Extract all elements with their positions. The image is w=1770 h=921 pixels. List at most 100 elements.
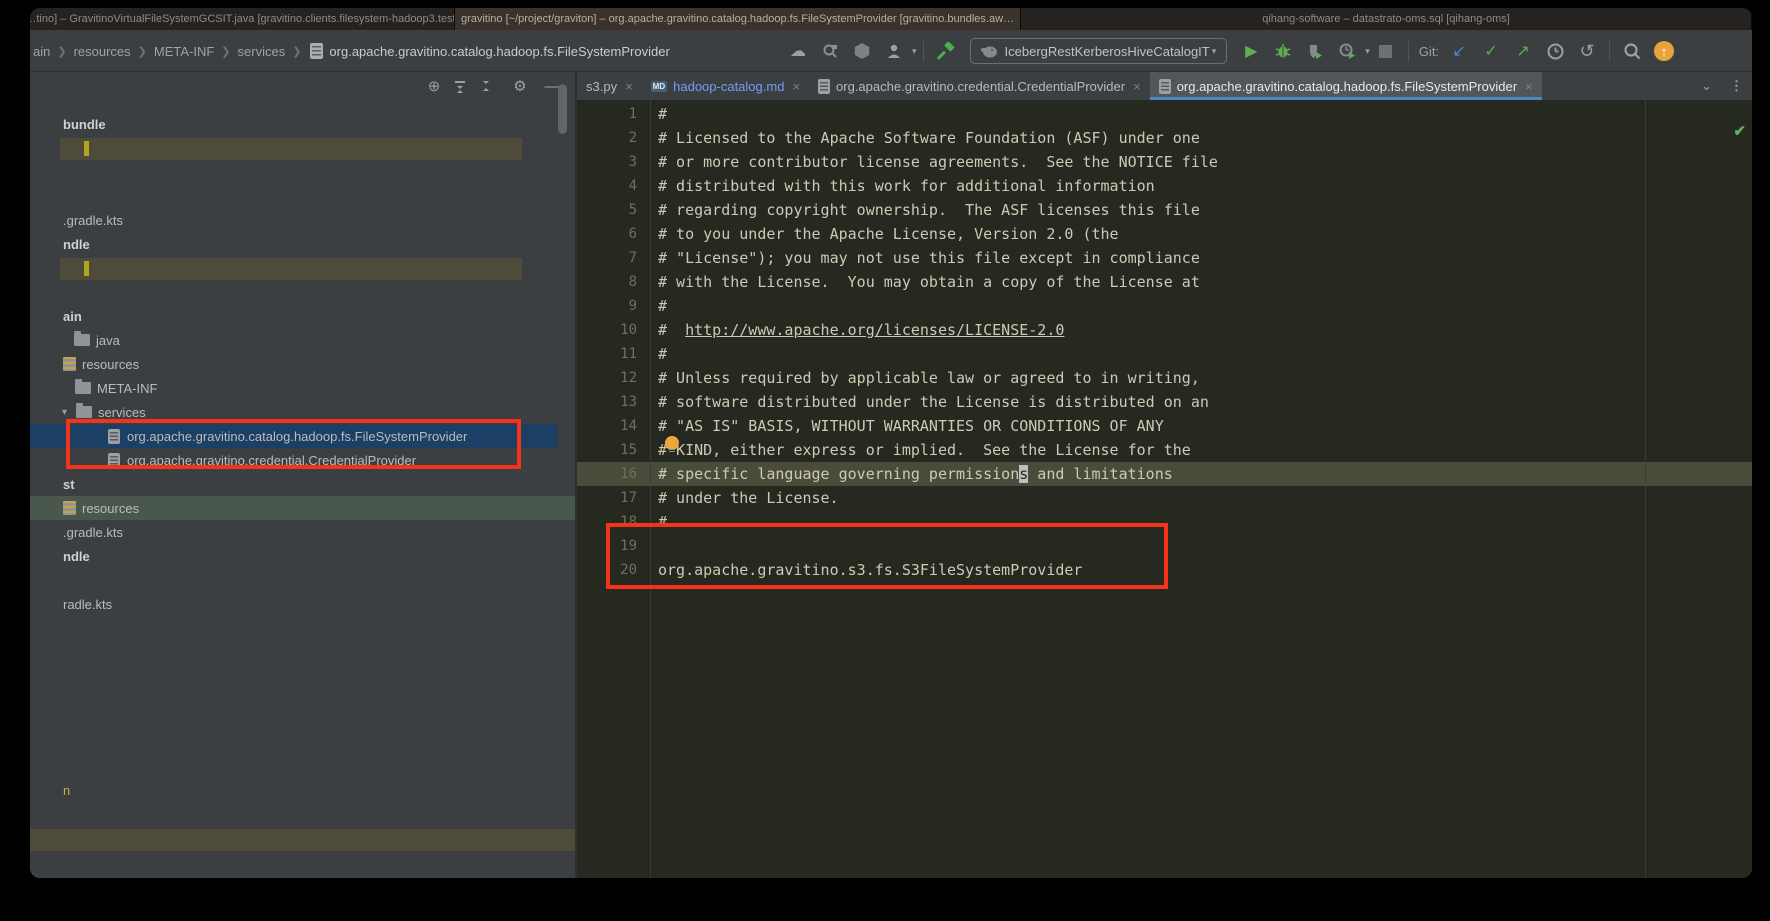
- breadcrumb-main[interactable]: ain: [33, 44, 50, 59]
- locate-file-icon[interactable]: ⊕: [421, 77, 447, 95]
- line-text: #: [658, 342, 667, 366]
- profiler-button[interactable]: [1333, 37, 1361, 65]
- chevron-down-icon: ▾: [1212, 46, 1217, 57]
- tree-row-highlight[interactable]: [60, 258, 522, 280]
- line-number: 13: [577, 390, 637, 414]
- editor-line[interactable]: 16# specific language governing permissi…: [577, 462, 1752, 486]
- editor-body[interactable]: 1#2# Licensed to the Apache Software Fou…: [577, 100, 1752, 878]
- editor-line[interactable]: 15# KIND, either express or implied. See…: [577, 438, 1752, 462]
- editor-line[interactable]: 8# with the License. You may obtain a co…: [577, 270, 1752, 294]
- project-panel-header: ⊕ ⚙ —: [30, 72, 575, 100]
- breadcrumb-services[interactable]: services: [238, 44, 286, 59]
- editor-line[interactable]: 17# under the License.: [577, 486, 1752, 510]
- line-text: # specific language governing permission…: [658, 462, 1173, 486]
- tree-row[interactable]: resources: [30, 496, 139, 520]
- tree-row-highlight[interactable]: [60, 138, 522, 160]
- file-icon: [1159, 79, 1171, 94]
- editor-line[interactable]: 10# http://www.apache.org/licenses/LICEN…: [577, 318, 1752, 342]
- cloud-icon[interactable]: ☁: [784, 37, 812, 65]
- git-commit-button[interactable]: ✓: [1477, 37, 1505, 65]
- collapse-all-icon[interactable]: [473, 79, 499, 93]
- tree-row-label: ain: [63, 309, 82, 324]
- breadcrumb-filename[interactable]: org.apache.gravitino.catalog.hadoop.fs.F…: [329, 44, 669, 59]
- tree-row[interactable]: java: [30, 328, 120, 352]
- search-everywhere-small-icon[interactable]: [816, 37, 844, 65]
- window-tab-gravitino[interactable]: gravitino [~/project/graviton] – org.apa…: [455, 8, 1021, 30]
- tree-row[interactable]: META-INF: [30, 376, 157, 400]
- tree-row-label: st: [63, 477, 75, 492]
- panel-scrollbar[interactable]: [558, 84, 567, 134]
- tree-row[interactable]: st: [30, 472, 75, 496]
- editor-line[interactable]: 12# Unless required by applicable law or…: [577, 366, 1752, 390]
- breadcrumb-meta-inf[interactable]: META-INF: [154, 44, 214, 59]
- close-icon[interactable]: ×: [1133, 79, 1141, 94]
- line-number: 17: [577, 486, 637, 510]
- tab-label: org.apache.gravitino.catalog.hadoop.fs.F…: [1177, 79, 1517, 94]
- editor-line[interactable]: 7# "License"); you may not use this file…: [577, 246, 1752, 270]
- tree-row[interactable]: ndle: [30, 544, 90, 568]
- history-clock-icon[interactable]: [1541, 37, 1569, 65]
- run-button[interactable]: ▶: [1237, 37, 1265, 65]
- update-available-badge[interactable]: ↑: [1650, 37, 1678, 65]
- tree-row[interactable]: .gradle.kts: [30, 520, 123, 544]
- debug-button[interactable]: [1269, 37, 1297, 65]
- license-url-link[interactable]: http://www.apache.org/licenses/LICENSE-2…: [685, 321, 1064, 339]
- breadcrumb-resources[interactable]: resources: [74, 44, 131, 59]
- toolbar-actions: ☁ ▾ IcebergRestKerberosHiveCatalogIT ▾ ▶: [782, 30, 1680, 72]
- tree-row-highlight[interactable]: [30, 829, 575, 851]
- line-text: # software distributed under the License…: [658, 390, 1209, 414]
- chevron-right-icon: ❯: [292, 45, 301, 58]
- chevron-down-icon[interactable]: ⌄: [1701, 78, 1712, 94]
- tree-row[interactable]: n: [30, 778, 70, 802]
- editor-line[interactable]: 5# regarding copyright ownership. The AS…: [577, 198, 1752, 222]
- tree-row[interactable]: radle.kts: [30, 592, 112, 616]
- tree-row[interactable]: bundle: [30, 112, 106, 136]
- editor-tab-s3py[interactable]: s3.py ×: [577, 72, 642, 100]
- more-options-icon[interactable]: ⋮: [1730, 78, 1743, 94]
- close-icon[interactable]: ×: [1525, 79, 1533, 94]
- line-number: 15: [577, 438, 637, 462]
- run-with-coverage-button[interactable]: [1301, 37, 1329, 65]
- tree-row[interactable]: ain: [30, 304, 82, 328]
- stop-button[interactable]: [1372, 37, 1400, 65]
- chevron-right-icon: ❯: [57, 45, 66, 58]
- editor-line[interactable]: 3# or more contributor license agreement…: [577, 150, 1752, 174]
- window-tab-qihang[interactable]: qihang-software – datastrato-oms.sql [qi…: [1021, 8, 1752, 30]
- hexagon-icon[interactable]: [848, 37, 876, 65]
- tree-row[interactable]: .gradle.kts: [30, 208, 123, 232]
- gear-icon[interactable]: ⚙: [507, 77, 533, 95]
- line-text: #: [658, 102, 667, 126]
- inspections-ok-icon[interactable]: ✔: [1733, 122, 1746, 140]
- close-icon[interactable]: ×: [792, 79, 800, 94]
- editor-line[interactable]: 2# Licensed to the Apache Software Found…: [577, 126, 1752, 150]
- editor-line[interactable]: 6# to you under the Apache License, Vers…: [577, 222, 1752, 246]
- editor-line[interactable]: 4# distributed with this work for additi…: [577, 174, 1752, 198]
- search-everywhere-icon[interactable]: [1618, 37, 1646, 65]
- window-tab-gcs-it[interactable]: …tino] – GravitinoVirtualFileSystemGCSIT…: [30, 8, 455, 30]
- editor-line[interactable]: 14# "AS IS" BASIS, WITHOUT WARRANTIES OR…: [577, 414, 1752, 438]
- user-icon[interactable]: [880, 37, 908, 65]
- run-configuration-select[interactable]: IcebergRestKerberosHiveCatalogIT ▾: [970, 38, 1228, 64]
- editor-line[interactable]: 11#: [577, 342, 1752, 366]
- git-update-button[interactable]: ↙: [1445, 37, 1473, 65]
- editor-line[interactable]: 1#: [577, 102, 1752, 126]
- tree-row[interactable]: resources: [30, 352, 139, 376]
- editor-tab-credential-provider[interactable]: org.apache.gravitino.credential.Credenti…: [809, 72, 1150, 100]
- rollback-icon[interactable]: ↺: [1573, 37, 1601, 65]
- chevron-down-icon[interactable]: ▾: [62, 407, 76, 418]
- git-push-button[interactable]: ↗: [1509, 37, 1537, 65]
- main-toolbar: ain ❯ resources ❯ META-INF ❯ services ❯ …: [30, 30, 1752, 72]
- editor-line[interactable]: 9#: [577, 294, 1752, 318]
- expand-all-icon[interactable]: [447, 79, 473, 93]
- close-icon[interactable]: ×: [625, 79, 633, 94]
- tree-row[interactable]: ndle: [30, 232, 90, 256]
- line-text: # "License"); you may not use this file …: [658, 246, 1200, 270]
- line-text: # regarding copyright ownership. The ASF…: [658, 198, 1200, 222]
- editor-line[interactable]: 13 # software distributed under the Licen…: [577, 390, 1752, 414]
- editor-tab-filesystem-provider[interactable]: org.apache.gravitino.catalog.hadoop.fs.F…: [1150, 72, 1542, 100]
- build-hammer-icon[interactable]: [932, 37, 960, 65]
- tree-row-label: resources: [82, 357, 139, 372]
- line-number: 6: [577, 222, 637, 246]
- intention-lightbulb-icon[interactable]: [665, 436, 679, 450]
- editor-tab-hadoop-catalog-md[interactable]: MD hadoop-catalog.md ×: [642, 72, 809, 100]
